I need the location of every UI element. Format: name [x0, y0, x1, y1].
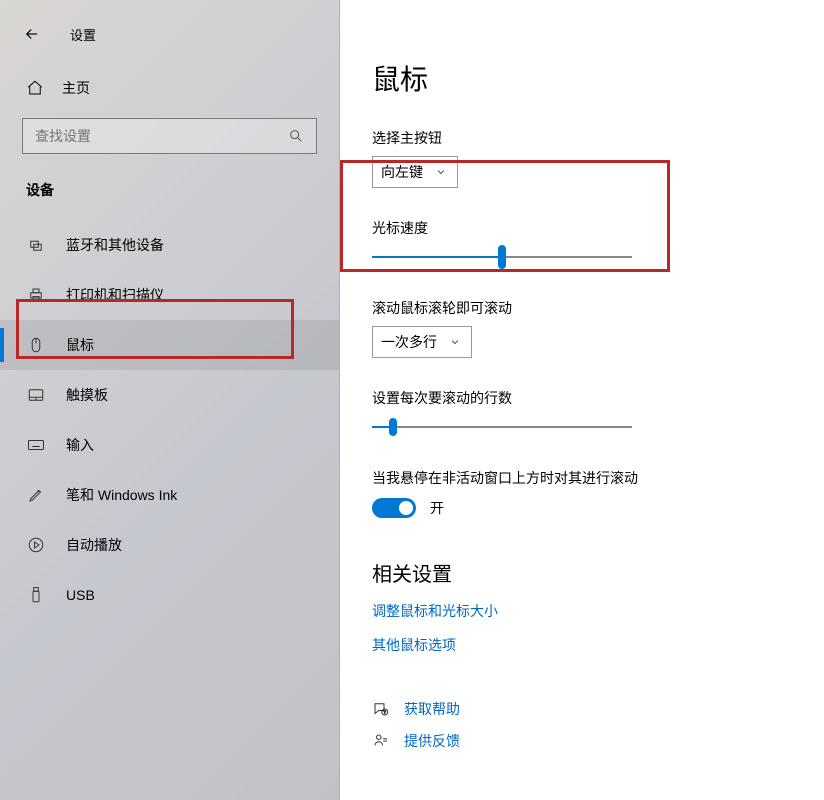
sidebar-item-label: 打印机和扫描仪 — [66, 285, 164, 305]
scroll-mode-dropdown[interactable]: 一次多行 — [372, 326, 472, 358]
chevron-down-icon — [449, 336, 461, 348]
home-nav[interactable]: 主页 — [0, 54, 339, 108]
pen-icon — [26, 486, 46, 504]
inactive-scroll-label: 当我悬停在非活动窗口上方时对其进行滚动 — [372, 468, 792, 488]
devices-icon — [26, 236, 46, 254]
get-help-link[interactable]: 获取帮助 — [404, 699, 460, 719]
lines-per-scroll-label: 设置每次要滚动的行数 — [372, 388, 792, 408]
svg-text:?: ? — [383, 710, 386, 715]
cursor-speed-label: 光标速度 — [372, 218, 792, 238]
sidebar-item-mouse[interactable]: 鼠标 — [0, 320, 339, 370]
category-header: 设备 — [0, 154, 339, 214]
main-content: 鼠标 选择主按钮 向左键 光标速度 滚动鼠标滚轮即可滚动 一次多行 设置每次要滚… — [340, 0, 824, 800]
sidebar-item-label: 触摸板 — [66, 385, 108, 405]
keyboard-icon — [26, 436, 46, 454]
search-input[interactable] — [35, 128, 288, 144]
sidebar-item-label: 输入 — [66, 435, 94, 455]
sidebar-item-label: 鼠标 — [66, 335, 94, 355]
home-label: 主页 — [62, 78, 90, 98]
sidebar-item-bluetooth[interactable]: 蓝牙和其他设备 — [0, 220, 339, 270]
settings-sidebar: 设置 主页 设备 蓝牙和其他设备 打印机和扫描仪 鼠标 — [0, 0, 340, 800]
lines-per-scroll-slider[interactable] — [372, 426, 632, 428]
search-icon — [288, 128, 304, 144]
sidebar-item-label: USB — [66, 587, 95, 603]
cursor-speed-slider[interactable] — [372, 256, 632, 258]
usb-icon — [26, 586, 46, 604]
home-icon — [26, 79, 44, 97]
mouse-icon — [26, 336, 46, 354]
search-box[interactable] — [22, 118, 317, 154]
primary-button-dropdown[interactable]: 向左键 — [372, 156, 458, 188]
touchpad-icon — [26, 386, 46, 404]
chevron-down-icon — [435, 166, 447, 178]
nav-list: 蓝牙和其他设备 打印机和扫描仪 鼠标 触摸板 输入 — [0, 214, 339, 620]
link-adjust-cursor-size[interactable]: 调整鼠标和光标大小 — [372, 601, 792, 621]
primary-button-label: 选择主按钮 — [372, 128, 792, 148]
feedback-icon — [372, 732, 390, 750]
page-title: 鼠标 — [372, 58, 792, 98]
sidebar-item-touchpad[interactable]: 触摸板 — [0, 370, 339, 420]
toggle-state: 开 — [430, 498, 444, 518]
sidebar-item-typing[interactable]: 输入 — [0, 420, 339, 470]
help-icon: ? — [372, 700, 390, 718]
sidebar-item-printers[interactable]: 打印机和扫描仪 — [0, 270, 339, 320]
autoplay-icon — [26, 536, 46, 554]
scroll-mode-label: 滚动鼠标滚轮即可滚动 — [372, 298, 792, 318]
sidebar-item-usb[interactable]: USB — [0, 570, 339, 620]
printer-icon — [26, 286, 46, 304]
sidebar-item-label: 自动播放 — [66, 535, 122, 555]
dropdown-value: 一次多行 — [381, 332, 437, 352]
sidebar-item-label: 蓝牙和其他设备 — [66, 235, 164, 255]
sidebar-item-autoplay[interactable]: 自动播放 — [0, 520, 339, 570]
app-title: 设置 — [70, 25, 96, 44]
inactive-scroll-toggle[interactable] — [372, 498, 416, 518]
arrow-left-icon — [23, 25, 41, 43]
give-feedback-link[interactable]: 提供反馈 — [404, 731, 460, 751]
dropdown-value: 向左键 — [381, 162, 423, 182]
sidebar-item-pen[interactable]: 笔和 Windows Ink — [0, 470, 339, 520]
link-other-mouse-options[interactable]: 其他鼠标选项 — [372, 635, 792, 655]
related-settings-title: 相关设置 — [372, 558, 792, 587]
back-button[interactable] — [12, 14, 52, 54]
sidebar-item-label: 笔和 Windows Ink — [66, 485, 177, 505]
